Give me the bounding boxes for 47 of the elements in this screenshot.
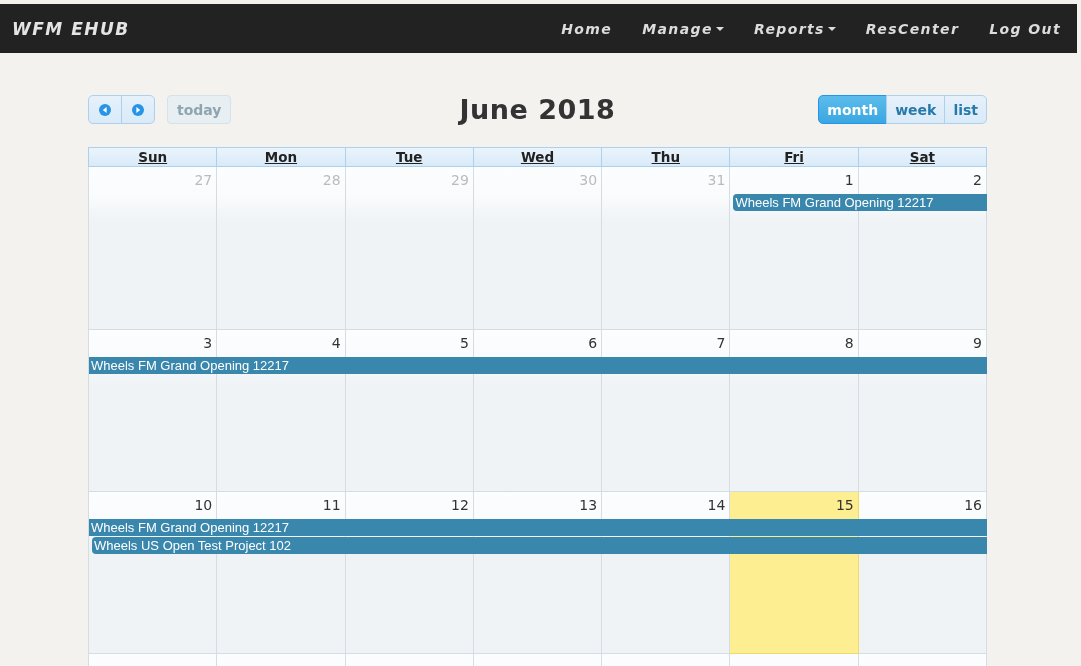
- previous-icon: [99, 103, 111, 116]
- day-number: 13: [579, 496, 599, 513]
- brand-name: WFM EHUB: [12, 18, 130, 39]
- day-number: 31: [707, 171, 727, 188]
- nav-link[interactable]: Reports: [753, 20, 836, 37]
- day-number: 27: [194, 171, 214, 188]
- day-number: 15: [835, 496, 855, 513]
- day-number: 29: [451, 171, 470, 188]
- event-bar[interactable]: Wheels FM Grand Opening 12217: [89, 357, 987, 374]
- day-number: 11: [322, 496, 342, 513]
- weekday-label[interactable]: Sat: [909, 149, 935, 165]
- day-number: 10: [194, 496, 214, 513]
- view-tab[interactable]: week: [886, 95, 946, 124]
- day-number: 30: [579, 171, 599, 188]
- event-bar[interactable]: Wheels FM Grand Opening 12217: [89, 519, 987, 536]
- day-number: 7: [716, 334, 727, 351]
- previous-button[interactable]: [88, 95, 122, 124]
- day-number: 14: [707, 496, 727, 513]
- day-number: 2: [973, 171, 983, 188]
- day-number: 16: [964, 496, 983, 513]
- view-tab[interactable]: list: [944, 95, 987, 124]
- day-number: 5: [459, 334, 470, 351]
- day-number: 3: [203, 334, 214, 351]
- next-button[interactable]: [121, 95, 155, 124]
- weekday-label[interactable]: Tue: [395, 149, 423, 165]
- day-number: 6: [588, 334, 599, 351]
- calendar-title: June 2018: [459, 94, 616, 125]
- caret-icon: [715, 26, 724, 31]
- day-number: 12: [451, 496, 470, 513]
- weekday-label[interactable]: Thu: [651, 149, 680, 165]
- event-bar[interactable]: Wheels FM Grand Opening 12217: [733, 194, 987, 211]
- nav-link[interactable]: Log Out: [989, 20, 1061, 37]
- weekday-label[interactable]: Fri: [784, 149, 804, 165]
- weekday-label[interactable]: Sun: [138, 149, 168, 165]
- day-number: 1: [844, 171, 855, 188]
- event-bar[interactable]: Wheels US Open Test Project 102: [92, 537, 987, 554]
- day-number: 8: [844, 334, 855, 351]
- day-number: 28: [322, 171, 342, 188]
- nav-link[interactable]: Manage: [642, 20, 724, 37]
- caret-icon: [827, 26, 836, 31]
- weekday-label[interactable]: Mon: [264, 149, 298, 165]
- next-icon: [132, 103, 144, 116]
- day-number: 4: [331, 334, 342, 351]
- day-number: 9: [973, 334, 983, 351]
- nav-link[interactable]: Home: [561, 20, 613, 37]
- nav-link[interactable]: ResCenter: [865, 20, 960, 37]
- weekday-label[interactable]: Wed: [520, 149, 555, 165]
